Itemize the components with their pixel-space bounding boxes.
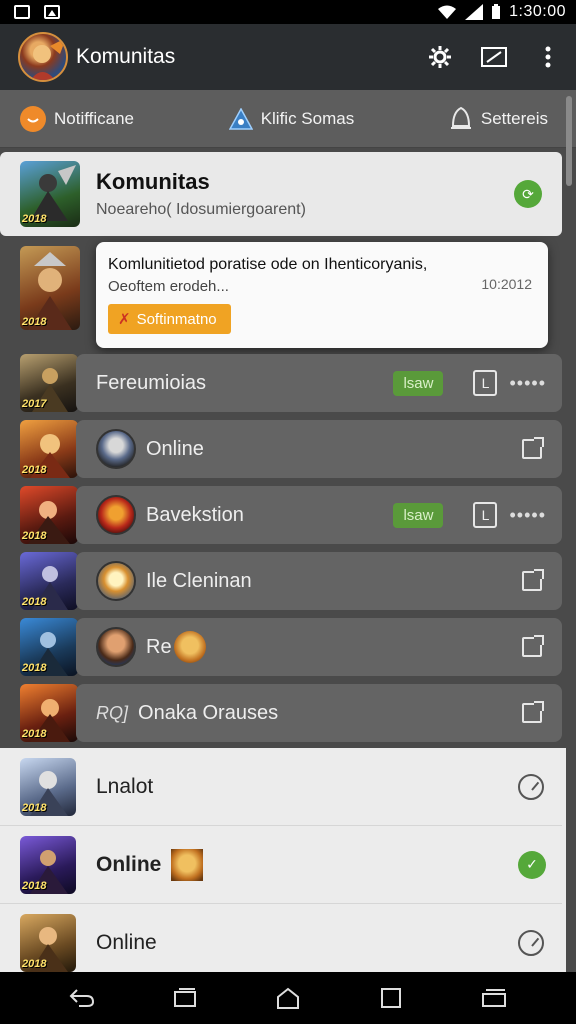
app-title: Komunitas [76, 45, 176, 68]
game-thumbnail: 2018 [20, 835, 76, 894]
avatar [173, 631, 206, 663]
clock: 1:30:00 [509, 3, 566, 20]
chat-bubble-icon [20, 105, 46, 132]
list-item-label: Lnalot [96, 774, 154, 798]
scrollbar[interactable] [566, 96, 572, 186]
image-icon [44, 5, 60, 19]
popup-message: Komlunitietod poratise ode on Ihenticory… [108, 256, 428, 273]
community-title: Komunitas [96, 169, 210, 194]
notification-row: 2018 Komlunitietod poratise ode on Ihent… [0, 242, 562, 348]
community-subtitle: Noeareho( Idosumiergoarent) [96, 201, 306, 218]
open-external-icon[interactable] [522, 635, 544, 657]
popup-subtext: Oeoftem erodeh... [108, 278, 229, 295]
light-list: 2018 Lnalot 2018 Online ✓ 2018 Online [0, 748, 566, 972]
bell-icon [450, 106, 471, 129]
avatar [96, 495, 136, 535]
signal-icon [465, 4, 484, 20]
tab-label: Notifficane [54, 108, 135, 128]
tab-label: Klific Somas [260, 108, 355, 128]
list-item[interactable]: 2018 Online [0, 904, 562, 982]
notification-icon [14, 5, 30, 19]
settings-gear-icon[interactable] [426, 43, 454, 71]
row-prefix: RQ] [96, 702, 129, 723]
bookmark-icon[interactable]: L [473, 370, 498, 396]
game-thumbnail: 2018 [20, 420, 78, 478]
list-item[interactable]: 2018 Lnalot [0, 748, 562, 826]
game-thumbnail: 2018 [20, 618, 78, 676]
game-thumbnail: 2018 [20, 552, 78, 610]
compose-icon[interactable] [480, 43, 508, 71]
list-item[interactable]: 2018 RQ] Onaka Orauses [0, 680, 562, 746]
wifi-icon [438, 5, 457, 19]
game-thumbnail: 2018 [20, 486, 78, 544]
avatar [171, 848, 204, 881]
list-item-label: Bavekstion [146, 503, 244, 526]
list-item-label: Online [96, 852, 162, 876]
list-item[interactable]: 2018 Online ✓ [0, 826, 562, 904]
check-icon[interactable]: ✓ [518, 850, 546, 879]
tab-bar: Notifficane Klific Somas Settereis [0, 90, 576, 148]
list-item-label: Onaka Orauses [138, 701, 279, 724]
main-content: Notifficane Klific Somas Settereis 2018 … [0, 90, 576, 972]
game-thumbnail: 2018 [20, 757, 76, 816]
tab-games[interactable]: Klific Somas [228, 107, 355, 130]
open-external-icon[interactable] [522, 701, 544, 723]
system-nav-bar [0, 972, 576, 1024]
open-external-icon[interactable] [522, 437, 544, 459]
tab-settings[interactable]: Settereis [449, 106, 548, 132]
community-header-card[interactable]: 2018 Komunitas Noeareho( Idosumiergoaren… [0, 152, 562, 236]
list-item-label: Ile Cleninan [146, 569, 252, 592]
refresh-icon[interactable]: ⟳ [514, 180, 542, 208]
close-icon: ✗ [118, 311, 131, 328]
avatar [96, 561, 136, 601]
list-item-label: Online [146, 437, 204, 460]
game-thumbnail: 2017 [20, 354, 78, 412]
list-item[interactable]: 2017 Fereumioias lsaw L ••••• [0, 350, 562, 416]
list-item-label: Online [96, 931, 157, 954]
list-item[interactable]: 2018 Re [0, 614, 562, 680]
list-item[interactable]: 2018 Ile Cleninan [0, 548, 562, 614]
more-horiz-icon[interactable]: ••••• [509, 505, 546, 526]
avatar [96, 429, 136, 469]
app-bar: Komunitas [0, 24, 576, 90]
more-vert-icon[interactable] [534, 43, 562, 71]
app-avatar[interactable] [18, 32, 68, 82]
list-item[interactable]: 2018 Bavekstion lsaw L ••••• [0, 482, 562, 548]
status-badge[interactable]: lsaw [393, 502, 444, 528]
game-thumbnail: 2018 [20, 246, 80, 330]
game-thumbnail: 2018 [20, 684, 78, 742]
overview-icon[interactable] [377, 985, 405, 1011]
status-bar: 1:30:00 [0, 0, 576, 24]
home-icon[interactable] [274, 985, 302, 1011]
notification-popup[interactable]: Komlunitietod poratise ode on Ihenticory… [96, 242, 548, 348]
avatar [96, 627, 136, 667]
bookmark-icon[interactable]: L [473, 502, 498, 528]
game-thumbnail: 2018 [20, 161, 80, 227]
gauge-icon[interactable] [518, 773, 544, 800]
gauge-icon[interactable] [518, 930, 544, 956]
game-thumbnail: 2018 [20, 914, 76, 972]
recent-apps-icon[interactable] [171, 985, 199, 1011]
popup-time: 10:2012 [481, 276, 532, 292]
list-item-label: Fereumioias [96, 371, 207, 394]
popup-action-button[interactable]: ✗ Softinmatno [108, 304, 231, 334]
status-badge[interactable]: lsaw [393, 370, 444, 396]
list-item-label: Re [146, 635, 172, 658]
back-icon[interactable] [68, 985, 96, 1011]
triangle-icon [228, 107, 253, 130]
more-horiz-icon[interactable]: ••••• [509, 373, 546, 394]
list-item[interactable]: 2018 Online [0, 416, 562, 482]
tab-notifications[interactable]: Notifficane [20, 105, 135, 132]
open-external-icon[interactable] [522, 569, 544, 591]
menu-icon[interactable] [480, 985, 508, 1011]
tab-label: Settereis [480, 108, 548, 128]
battery-icon [492, 4, 501, 19]
